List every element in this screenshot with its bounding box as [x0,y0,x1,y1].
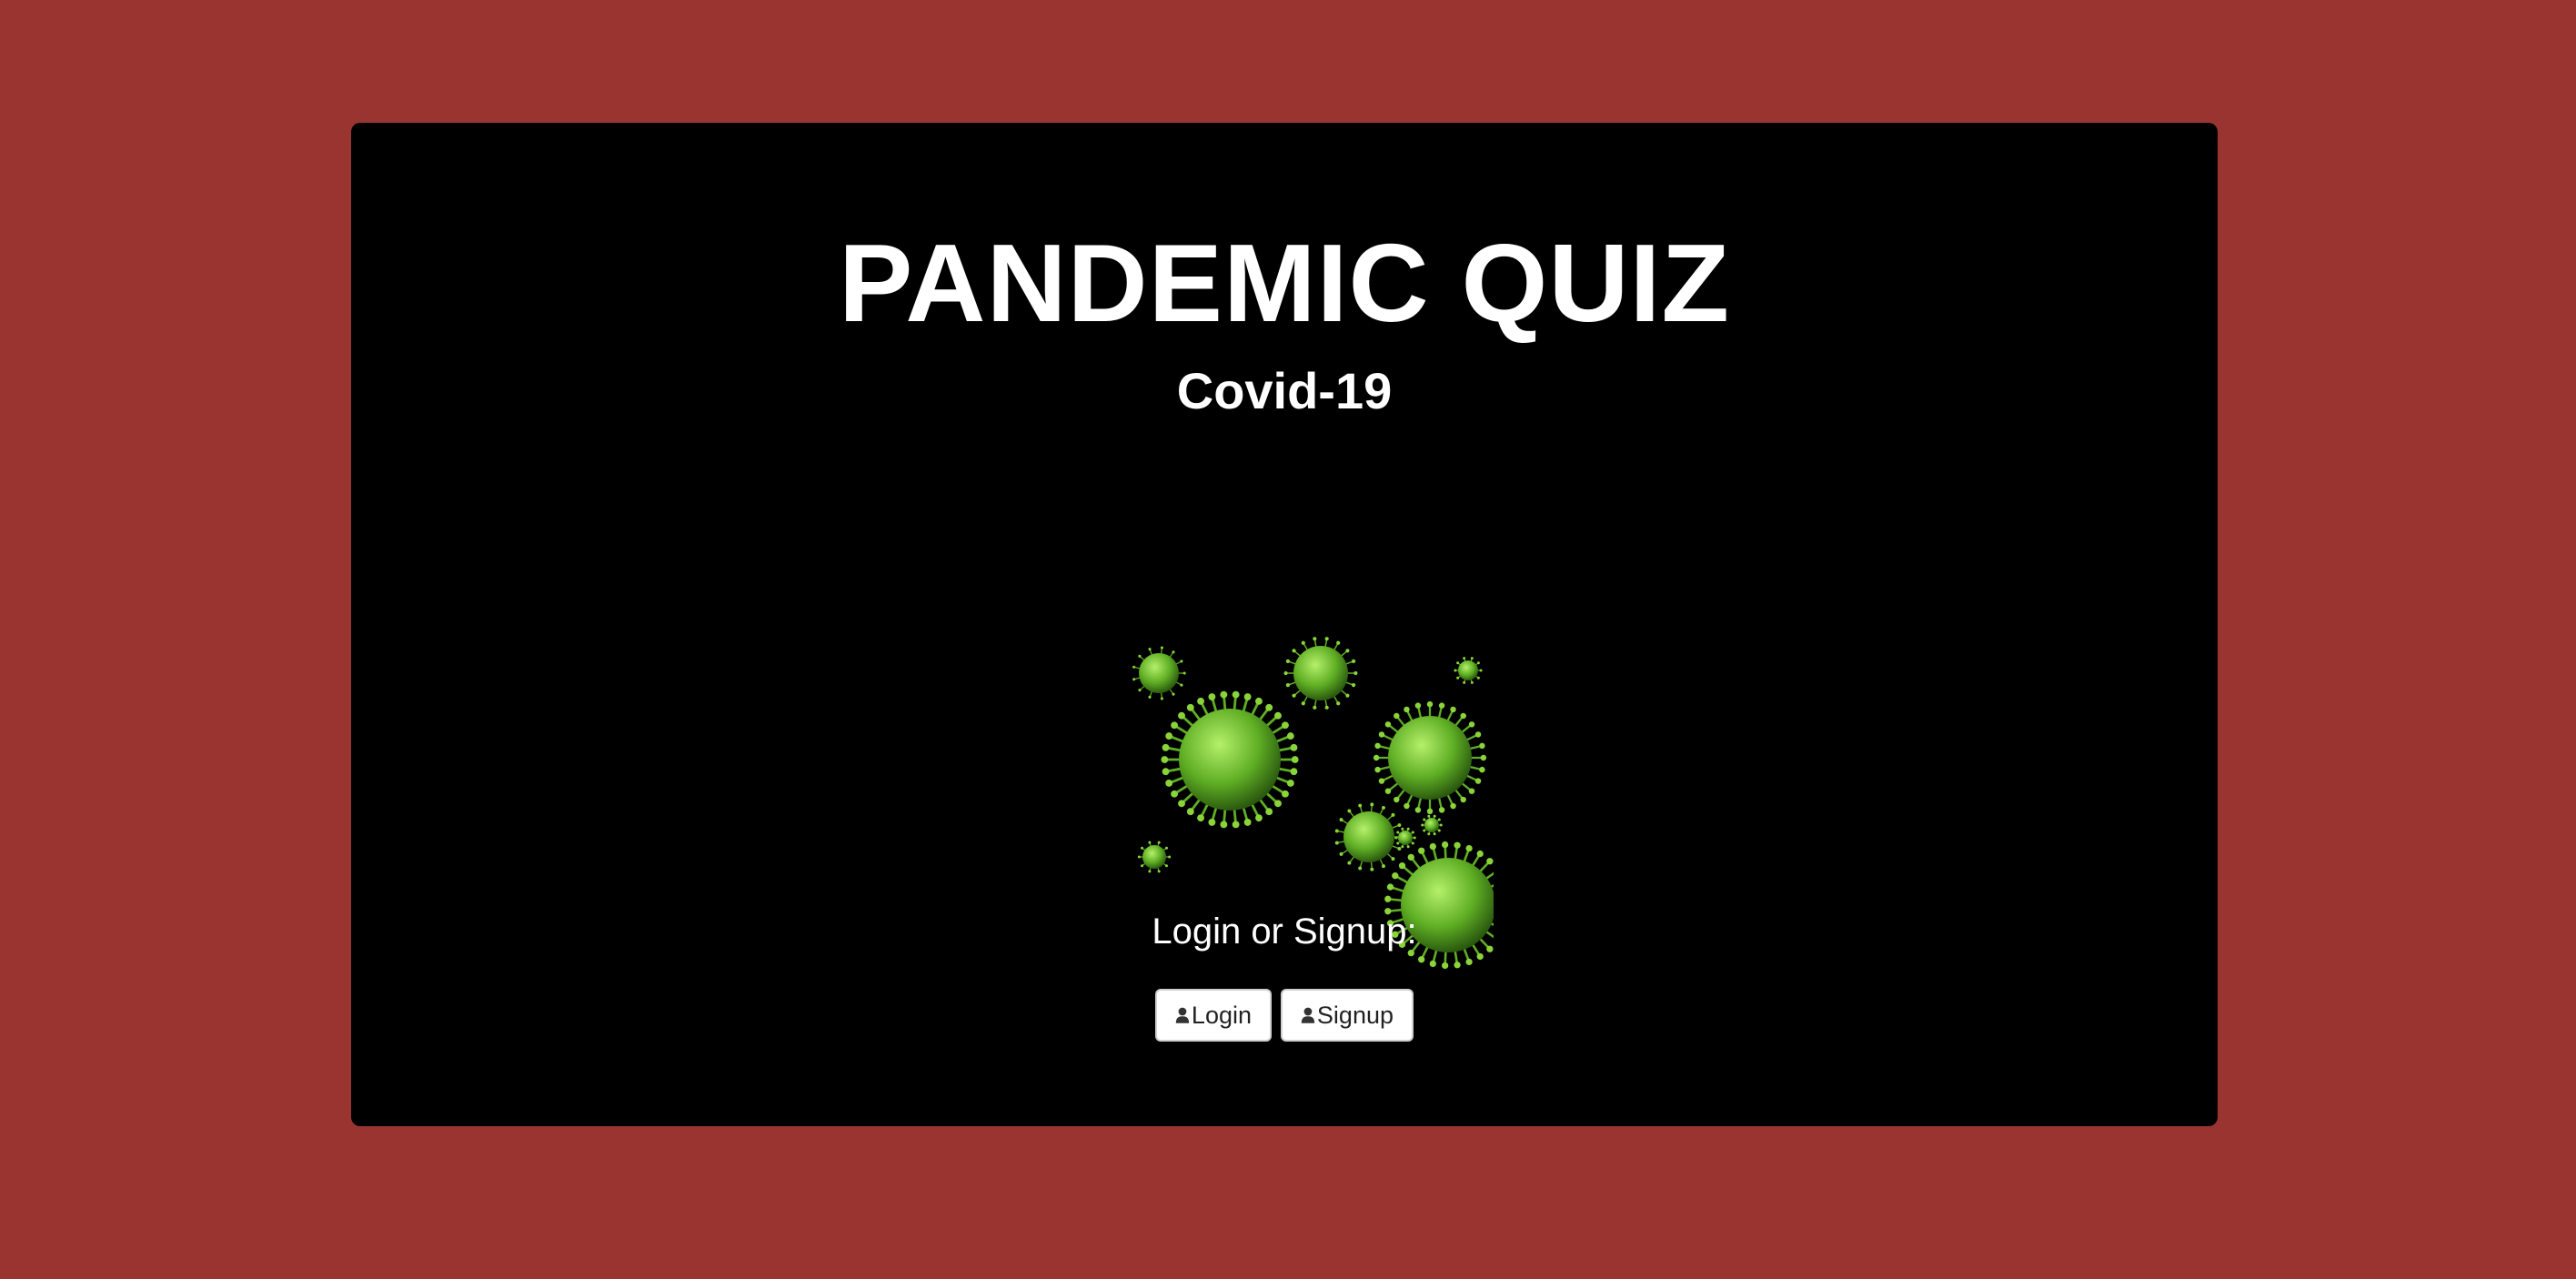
main-card: PANDEMIC QUIZ Covid-19 Login or Signup: … [351,123,2218,1126]
user-icon [1175,1007,1190,1023]
user-icon [1301,1007,1315,1023]
login-button[interactable]: Login [1155,989,1272,1042]
page-title: PANDEMIC QUIZ [839,221,1730,345]
virus-cluster-image [1132,637,1494,970]
signup-button-label: Signup [1316,1001,1394,1029]
auth-buttons: Login Signup [351,989,2218,1042]
page-subtitle: Covid-19 [1176,362,1393,419]
signup-button[interactable]: Signup [1281,989,1414,1042]
login-button-label: Login [1191,1001,1252,1029]
auth-prompt: Login or Signup: [1152,911,1417,952]
